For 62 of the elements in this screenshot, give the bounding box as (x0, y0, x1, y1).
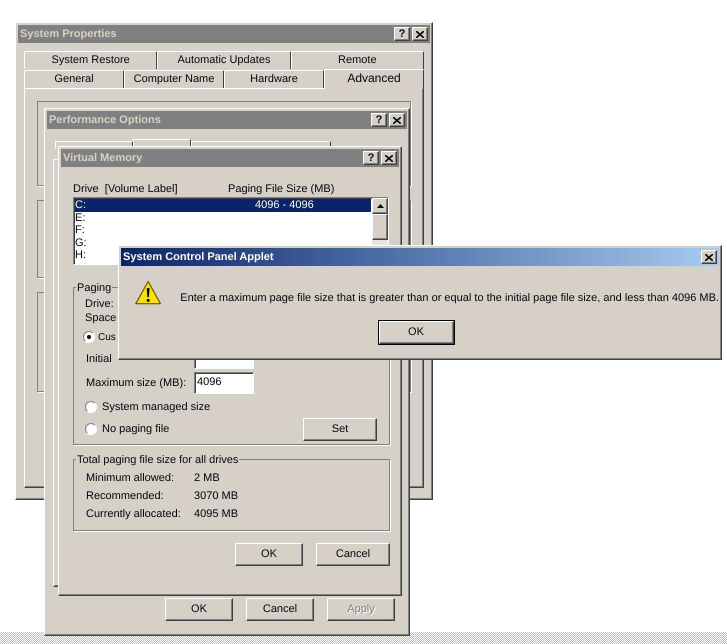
field-label: Initial (86, 352, 112, 367)
dialog-button[interactable]: Set (303, 418, 377, 440)
help-button[interactable]: ? (394, 27, 410, 41)
tab[interactable]: System Restore (24, 51, 158, 69)
tab[interactable]: General (24, 70, 124, 88)
list-row[interactable]: E: (75, 212, 371, 224)
window-title: Performance Options (49, 112, 162, 128)
close-icon (385, 154, 393, 162)
window-title: System Control Panel Applet (123, 250, 275, 265)
close-icon (705, 254, 713, 260)
tab[interactable]: Remote (290, 51, 424, 69)
group-title: Paging (76, 280, 112, 296)
close-button[interactable] (389, 113, 405, 127)
scroll-up-button[interactable] (372, 198, 388, 214)
radio-label: Cus (98, 330, 116, 344)
tab[interactable]: Advanced (324, 69, 424, 89)
field-label: Maximum size (MB): (86, 376, 188, 391)
scroll-thumb[interactable] (372, 214, 388, 240)
info-label: Recommended: (86, 489, 165, 504)
field-label: Drive: (85, 297, 114, 310)
tab[interactable]: Hardware (224, 70, 324, 88)
info-value: 2 MB (194, 471, 220, 486)
close-button[interactable] (412, 27, 428, 41)
column-header: Paging File Size (MB) (228, 182, 334, 195)
help-button[interactable]: ? (363, 151, 379, 165)
info-label: Currently allocated: (86, 507, 182, 522)
tab[interactable]: Computer Name (124, 70, 224, 88)
paging-size: 4096 - 4096 (255, 199, 314, 212)
info-label: Minimum allowed: (86, 471, 176, 486)
close-icon (416, 30, 424, 38)
input-field[interactable]: 4096 (194, 372, 254, 394)
list-row[interactable]: F: (75, 224, 371, 236)
window-title: System Properties (20, 26, 118, 42)
window-title: Virtual Memory (63, 150, 144, 166)
radio-button[interactable] (83, 331, 95, 343)
dialog-button[interactable]: Cancel (316, 543, 390, 566)
drive-letter: G: (75, 236, 87, 249)
alert-message: Enter a maximum page file size that is greater than or equal to the initial page file size, and less than 4096 MB. (180, 291, 719, 306)
tab[interactable]: Automatic Updates (157, 51, 291, 69)
close-button[interactable] (701, 250, 717, 264)
list-row[interactable]: G: (75, 236, 371, 249)
radio-button[interactable] (85, 423, 97, 435)
radio-button[interactable] (85, 401, 97, 413)
drive-letter: F: (75, 224, 85, 236)
help-button[interactable]: ? (371, 113, 387, 127)
list-row[interactable]: C: 4096 - 4096 (75, 199, 371, 212)
drive-letter: E: (75, 212, 86, 224)
close-button[interactable] (381, 151, 397, 165)
dialog-button[interactable]: Cancel (246, 598, 314, 621)
drive-letter: C: (75, 199, 86, 212)
field-label: Space (85, 311, 116, 324)
dialog-button[interactable]: OK (235, 543, 303, 566)
radio-label: System managed size (102, 400, 210, 415)
close-icon (393, 116, 401, 124)
info-value: 4095 MB (194, 507, 238, 522)
column-header: Drive [Volume Label] (73, 182, 179, 195)
radio-label: No paging file (102, 422, 170, 437)
up-arrow-icon (376, 204, 384, 208)
dialog-button[interactable]: OK (165, 598, 233, 621)
ok-button[interactable]: OK (378, 321, 454, 344)
info-value: 3070 MB (194, 489, 238, 504)
group-title: Total paging file size for all drives (76, 452, 240, 468)
